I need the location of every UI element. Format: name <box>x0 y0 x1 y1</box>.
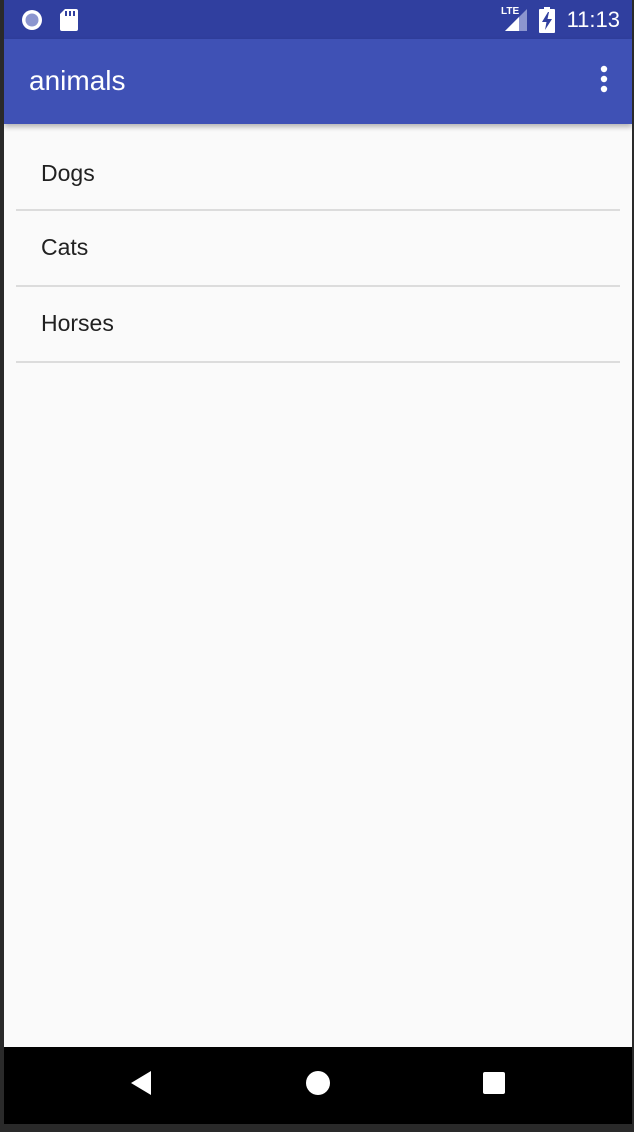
recents-button[interactable] <box>472 1063 516 1107</box>
sd-card-icon <box>59 8 79 37</box>
app-bar: animals <box>4 39 632 124</box>
list-item-cats[interactable]: Cats <box>16 211 620 287</box>
status-time: 11:13 <box>566 7 620 32</box>
recents-icon <box>482 1071 506 1100</box>
lte-label: LTE <box>501 6 520 17</box>
list-item-label: Dogs <box>41 160 95 186</box>
home-button[interactable] <box>296 1063 340 1107</box>
back-icon <box>129 1070 155 1101</box>
navigation-bar <box>4 1047 632 1124</box>
record-circle-icon <box>20 8 44 37</box>
battery-charging-icon <box>539 7 555 38</box>
back-button[interactable] <box>120 1063 164 1107</box>
list-item-dogs[interactable]: Dogs <box>16 124 620 211</box>
list-item-label: Horses <box>41 310 114 336</box>
list-item-horses[interactable]: Horses <box>16 287 620 363</box>
list-item-label: Cats <box>41 234 89 260</box>
status-bar: LTE 11:13 <box>4 0 632 39</box>
app-screen: LTE 11:13 animals Dogs Cats Horses <box>4 0 632 1124</box>
app-title: animals <box>29 65 126 96</box>
animal-list: Dogs Cats Horses <box>16 124 620 363</box>
more-vert-icon <box>599 65 609 98</box>
home-icon <box>305 1070 331 1101</box>
overflow-menu-button[interactable] <box>580 57 628 105</box>
